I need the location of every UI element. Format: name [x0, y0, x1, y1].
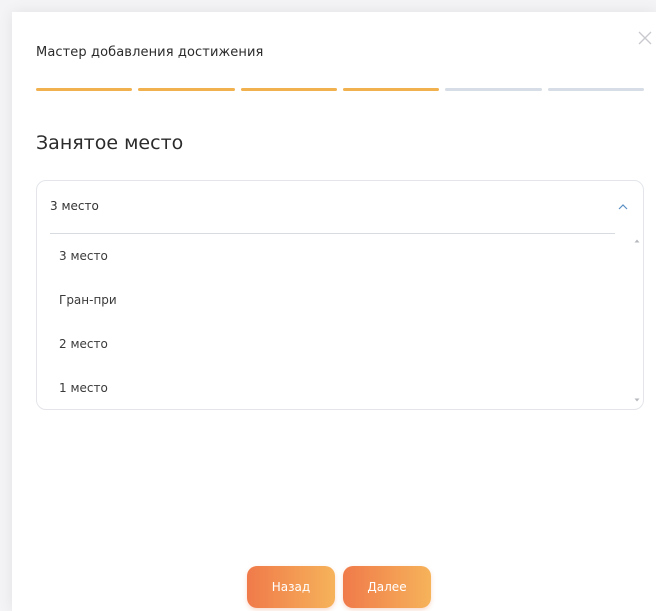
next-button[interactable]: Далее [343, 566, 431, 608]
progress-step [342, 88, 440, 91]
select-option[interactable]: 3 место [37, 234, 629, 278]
select-option[interactable]: 1 место [37, 366, 629, 409]
wizard-progress [36, 88, 644, 91]
progress-step [138, 88, 235, 91]
close-icon [638, 31, 652, 45]
options-scrollbar[interactable] [631, 234, 643, 409]
wizard-modal: Мастер добавления достижения Занятое мес… [12, 12, 656, 611]
wizard-title: Мастер добавления достижения [36, 45, 264, 60]
progress-step [445, 88, 542, 91]
scroll-up-arrow-icon[interactable] [634, 238, 640, 244]
select-option[interactable]: 2 место [37, 322, 629, 366]
selected-value: 3 место [50, 199, 99, 213]
scroll-down-arrow-icon[interactable] [634, 397, 640, 403]
progress-step [36, 88, 133, 91]
select-option[interactable]: Гран-при [37, 278, 629, 322]
close-button[interactable] [638, 30, 652, 45]
progress-step [547, 88, 644, 91]
place-select[interactable]: 3 место 3 место Гран-при 2 место 1 место [36, 180, 644, 410]
back-button[interactable]: Назад [247, 566, 335, 608]
progress-step [240, 88, 337, 91]
options-list: 3 место Гран-при 2 место 1 место [37, 234, 629, 409]
select-toggle[interactable]: 3 место [37, 181, 643, 233]
chevron-up-icon [618, 204, 628, 210]
field-heading: Занятое место [36, 132, 184, 154]
